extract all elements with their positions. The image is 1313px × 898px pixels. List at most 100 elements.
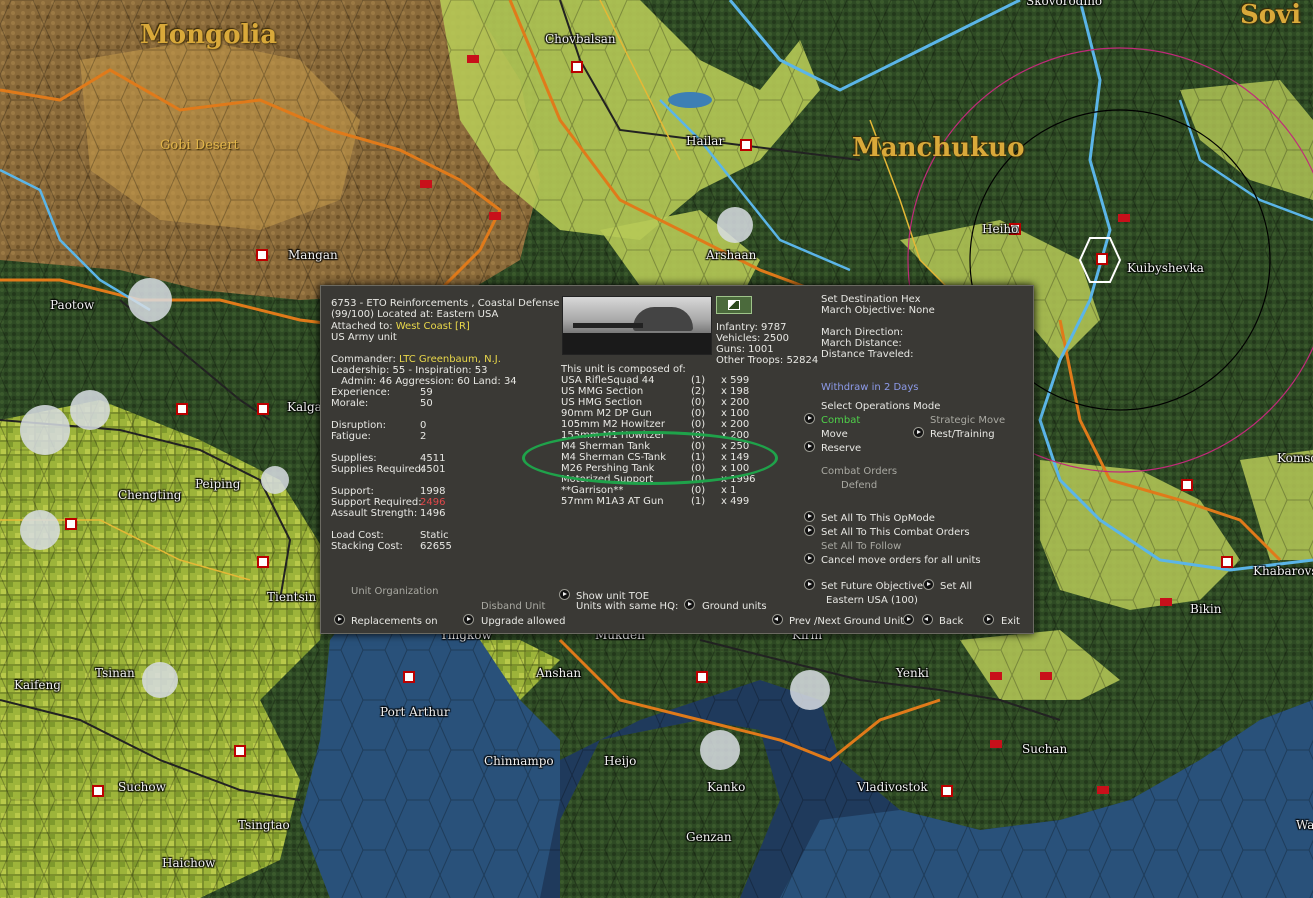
- city-label: Khabarovs: [1253, 564, 1313, 578]
- city-label: Chinnampo: [484, 754, 554, 768]
- mode-combat[interactable]: Combat: [821, 415, 860, 426]
- city-label: Port Arthur: [380, 705, 450, 719]
- composition-item-name[interactable]: 57mm M1A3 AT Gun: [561, 496, 664, 507]
- ground-units-toggle[interactable]: Ground units: [702, 601, 767, 612]
- city-label: Peiping: [195, 477, 241, 491]
- arrow-icon[interactable]: [559, 589, 570, 600]
- composition-item-name[interactable]: 90mm M2 DP Gun: [561, 408, 652, 419]
- composition-item-qty: x 599: [721, 375, 750, 386]
- set-all-follow[interactable]: Set All To Follow: [821, 541, 901, 552]
- composition-item-name[interactable]: M4 Sherman CS-Tank: [561, 452, 666, 463]
- arrow-icon[interactable]: [923, 579, 934, 590]
- composition-item-qty: x 149: [721, 452, 750, 463]
- composition-item-name[interactable]: **Garrison**: [561, 485, 623, 496]
- unit-location: (99/100) Located at: Eastern USA: [331, 309, 499, 320]
- city-label: Kuibyshevka: [1127, 261, 1204, 275]
- composition-item-qty: x 100: [721, 408, 750, 419]
- arrow-icon[interactable]: [913, 427, 924, 438]
- upgrade-toggle[interactable]: Upgrade allowed: [481, 616, 565, 627]
- disband-unit[interactable]: Disband Unit: [481, 601, 545, 612]
- leadership: Leadership: 55 - Inspiration: 53: [331, 365, 488, 376]
- combat-order-defend[interactable]: Defend: [841, 480, 877, 491]
- next-unit-icon[interactable]: [903, 614, 914, 625]
- composition-item-qty: x 200: [721, 419, 750, 430]
- composition-item-name[interactable]: US MMG Section: [561, 386, 643, 397]
- city-label: Tsinan: [95, 666, 135, 680]
- exit-icon[interactable]: [983, 614, 994, 625]
- composition-item-name[interactable]: M4 Sherman Tank: [561, 441, 650, 452]
- set-destination-hex[interactable]: Set Destination Hex: [821, 294, 921, 305]
- unit-detail-dialog: 6753 - ETO Reinforcements , Coastal Defe…: [320, 285, 1034, 634]
- city-label: Heiho: [982, 222, 1019, 236]
- replacements-toggle[interactable]: Replacements on: [351, 616, 438, 627]
- back-icon[interactable]: [922, 614, 933, 625]
- mode-strategic-move[interactable]: Strategic Move: [930, 415, 1005, 426]
- stat-label: Disruption:: [331, 420, 387, 431]
- stat-label: Stacking Cost:: [331, 541, 403, 552]
- arrow-icon[interactable]: [804, 413, 815, 424]
- back-button[interactable]: Back: [939, 616, 963, 627]
- cancel-move-orders[interactable]: Cancel move orders for all units: [821, 555, 981, 566]
- set-all-future[interactable]: Set All: [940, 581, 972, 592]
- composition-item-upgrade: (0): [691, 419, 706, 430]
- composition-item-name[interactable]: US HMG Section: [561, 397, 642, 408]
- arrow-icon[interactable]: [463, 614, 474, 625]
- set-future-objective[interactable]: Set Future Objective: [821, 581, 923, 592]
- city-label: Kalga: [287, 400, 322, 414]
- city-label: Paotow: [50, 298, 95, 312]
- unit-organization[interactable]: Unit Organization: [351, 586, 438, 597]
- set-all-opmode[interactable]: Set All To This OpMode: [821, 513, 935, 524]
- withdraw-notice[interactable]: Withdraw in 2 Days: [821, 382, 918, 393]
- future-objective-value: Eastern USA (100): [826, 595, 918, 606]
- stat-label: Morale:: [331, 398, 369, 409]
- city-label: Mangan: [288, 248, 338, 262]
- city-label: Hailar: [686, 134, 725, 148]
- composition-item-name[interactable]: Motorized Support: [561, 474, 653, 485]
- arrow-icon[interactable]: [334, 614, 345, 625]
- stat-value: Static: [420, 530, 449, 541]
- city-label: Skovorodino: [1026, 0, 1103, 8]
- composition-item-name[interactable]: 105mm M2 Howitzer: [561, 419, 665, 430]
- arrow-icon[interactable]: [804, 511, 815, 522]
- attached-label: Attached to:: [331, 321, 393, 332]
- select-ops-mode: Select Operations Mode: [821, 401, 941, 412]
- country-label-manchukuo: Manchukuo: [852, 133, 1025, 163]
- city-label: Suchow: [118, 780, 166, 794]
- region-label-gobi: Gobi Desert: [160, 138, 239, 153]
- combat-orders-label: Combat Orders: [821, 466, 898, 477]
- arrow-icon[interactable]: [804, 553, 815, 564]
- change-picture-button[interactable]: [716, 296, 752, 314]
- composition-item-name[interactable]: USA RifleSquad 44: [561, 375, 654, 386]
- city-label: Anshan: [536, 666, 582, 680]
- set-all-combat-orders[interactable]: Set All To This Combat Orders: [821, 527, 970, 538]
- mode-rest-training[interactable]: Rest/Training: [930, 429, 995, 440]
- city-label: Heijo: [604, 754, 637, 768]
- stat-value: 4511: [420, 453, 446, 464]
- stat-value: 1496: [420, 508, 446, 519]
- mode-move[interactable]: Move: [821, 429, 848, 440]
- stat-value: 2: [420, 431, 427, 442]
- stat-value: 1998: [420, 486, 446, 497]
- composition-item-name[interactable]: 155mm M1 Howitzer: [561, 430, 665, 441]
- commander-label: Commander:: [331, 354, 396, 365]
- arrow-icon[interactable]: [804, 525, 815, 536]
- prev-unit-icon[interactable]: [772, 614, 783, 625]
- mode-reserve[interactable]: Reserve: [821, 443, 861, 454]
- composition-item-qty: x 200: [721, 397, 750, 408]
- composition-item-upgrade: (1): [691, 496, 706, 507]
- attached-hq-link[interactable]: West Coast [R]: [396, 321, 470, 332]
- prev-next-ground-unit[interactable]: Prev /Next Ground Unit: [789, 616, 904, 627]
- commander-link[interactable]: LTC Greenbaum, N.J.: [399, 354, 501, 365]
- city-label: Yenki: [896, 666, 929, 680]
- distance-traveled: Distance Traveled:: [821, 349, 914, 360]
- city-label: Kaifeng: [14, 678, 61, 692]
- stat-value: 50: [420, 398, 433, 409]
- city-label: Arshaan: [706, 248, 757, 262]
- arrow-icon[interactable]: [804, 441, 815, 452]
- arrow-icon[interactable]: [804, 579, 815, 590]
- exit-button[interactable]: Exit: [1001, 616, 1020, 627]
- stat-label: Fatigue:: [331, 431, 371, 442]
- stat-value: 59: [420, 387, 433, 398]
- composition-item-name[interactable]: M26 Pershing Tank: [561, 463, 654, 474]
- arrow-icon[interactable]: [684, 599, 695, 610]
